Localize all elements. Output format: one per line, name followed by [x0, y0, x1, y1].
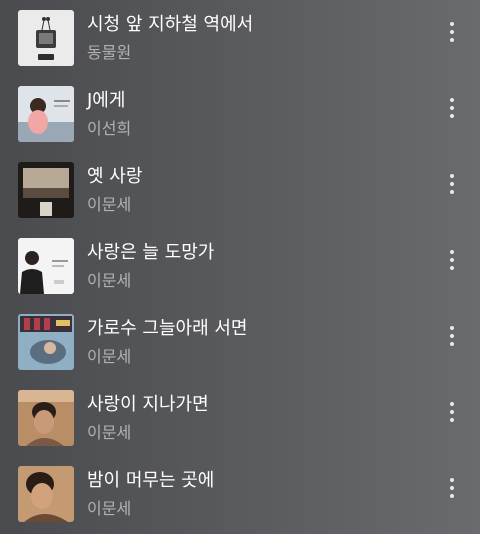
- song-artist: 이선희: [87, 119, 132, 138]
- more-vertical-icon: [450, 326, 454, 346]
- more-options-button[interactable]: [440, 16, 464, 48]
- song-title: 가로수 그늘아래 서면: [87, 318, 248, 339]
- song-artist: 이문세: [87, 347, 132, 366]
- song-list: 시청 앞 지하철 역에서 동물원 J에게 이선희 옛 사랑 이문세 사랑은 늘 …: [0, 0, 480, 534]
- more-vertical-icon: [450, 402, 454, 422]
- album-art: [18, 466, 74, 522]
- album-art: [18, 314, 74, 370]
- song-title: 사랑이 지나가면: [87, 394, 209, 415]
- album-art: [18, 390, 74, 446]
- more-options-button[interactable]: [440, 396, 464, 428]
- song-title: 시청 앞 지하철 역에서: [87, 14, 254, 35]
- song-artist: 이문세: [87, 195, 132, 214]
- album-art: [18, 86, 74, 142]
- more-vertical-icon: [450, 478, 454, 498]
- more-options-button[interactable]: [440, 168, 464, 200]
- song-title: 밤이 머무는 곳에: [87, 470, 215, 491]
- song-artist: 동물원: [87, 43, 132, 62]
- more-vertical-icon: [450, 250, 454, 270]
- song-artist: 이문세: [87, 499, 132, 518]
- album-art: [18, 162, 74, 218]
- more-vertical-icon: [450, 22, 454, 42]
- song-row[interactable]: 사랑은 늘 도망가 이문세: [0, 230, 480, 306]
- song-title: 사랑은 늘 도망가: [87, 242, 215, 263]
- more-options-button[interactable]: [440, 244, 464, 276]
- song-row[interactable]: 사랑이 지나가면 이문세: [0, 382, 480, 458]
- more-options-button[interactable]: [440, 92, 464, 124]
- more-options-button[interactable]: [440, 472, 464, 504]
- song-row[interactable]: 시청 앞 지하철 역에서 동물원: [0, 2, 480, 78]
- more-vertical-icon: [450, 98, 454, 118]
- album-art: [18, 10, 74, 66]
- song-row[interactable]: 가로수 그늘아래 서면 이문세: [0, 306, 480, 382]
- song-title: 옛 사랑: [87, 166, 143, 187]
- more-vertical-icon: [450, 174, 454, 194]
- song-title: J에게: [87, 90, 126, 111]
- album-art: [18, 238, 74, 294]
- song-row[interactable]: 옛 사랑 이문세: [0, 154, 480, 230]
- more-options-button[interactable]: [440, 320, 464, 352]
- song-artist: 이문세: [87, 423, 132, 442]
- song-row[interactable]: J에게 이선희: [0, 78, 480, 154]
- song-row[interactable]: 밤이 머무는 곳에 이문세: [0, 458, 480, 534]
- song-artist: 이문세: [87, 271, 132, 290]
